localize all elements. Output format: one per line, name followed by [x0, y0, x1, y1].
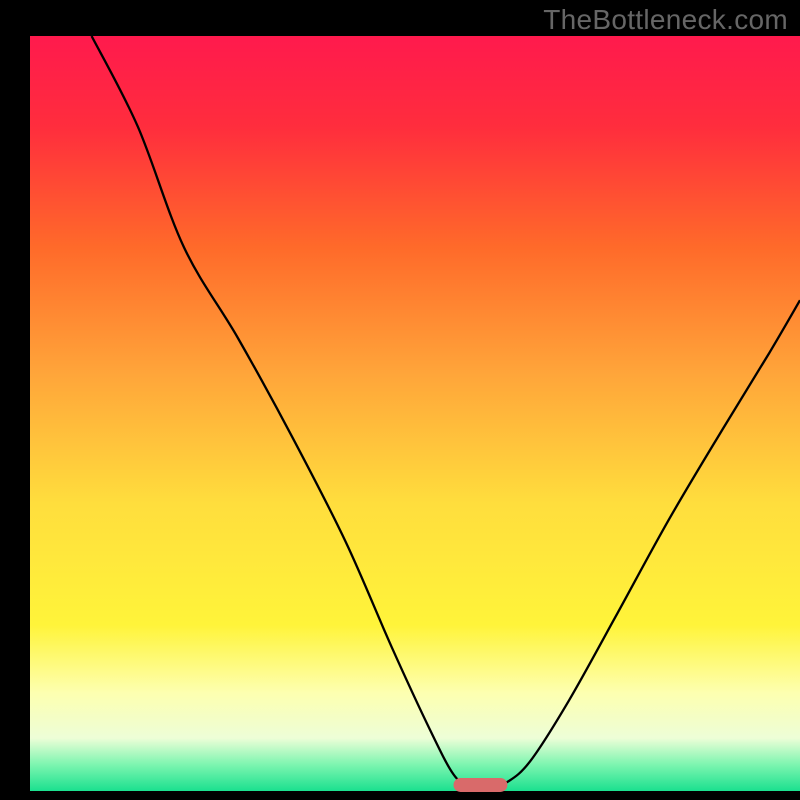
- chart-container: TheBottleneck.com: [0, 0, 800, 800]
- bottleneck-chart: [0, 0, 800, 800]
- plot-background: [30, 36, 800, 791]
- optimal-marker: [454, 778, 508, 792]
- watermark-text: TheBottleneck.com: [543, 4, 788, 36]
